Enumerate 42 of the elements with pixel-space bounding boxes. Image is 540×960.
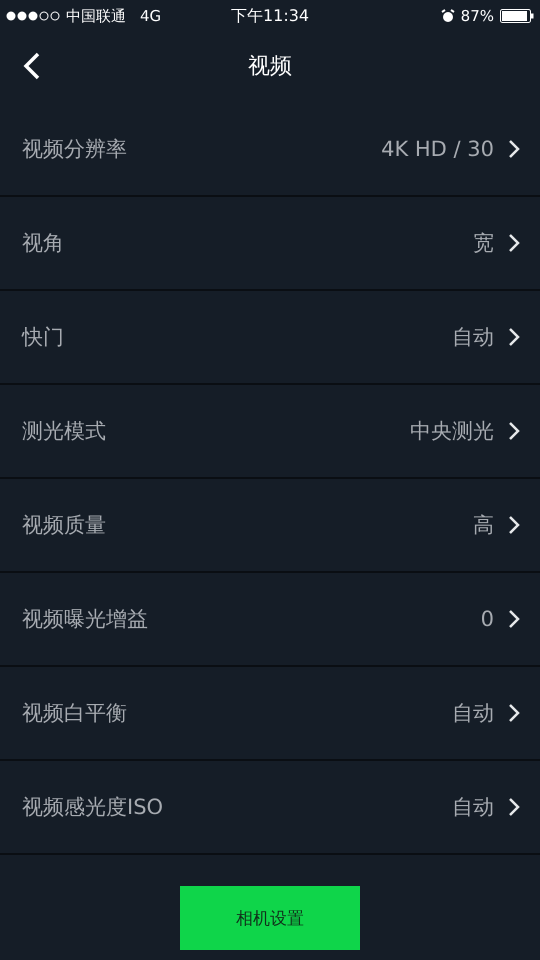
camera-settings-button[interactable]: 相机设置	[180, 886, 360, 950]
setting-label: 视频质量	[22, 512, 107, 539]
setting-label: 视频白平衡	[22, 700, 128, 727]
setting-value: 4K HD / 30	[381, 137, 494, 161]
page-title: 视频	[248, 53, 292, 81]
setting-label: 视频分辨率	[22, 136, 128, 163]
settings-row[interactable]: 测光模式 中央测光	[0, 385, 540, 479]
battery-percent: 87%	[460, 7, 494, 25]
setting-value: 自动	[452, 700, 494, 727]
setting-value: 自动	[452, 324, 494, 351]
setting-label: 视频感光度ISO	[22, 794, 164, 821]
settings-row[interactable]: 视角 宽	[0, 197, 540, 291]
setting-value: 高	[473, 512, 494, 539]
settings-row[interactable]: 快门 自动	[0, 291, 540, 385]
chevron-icon	[508, 233, 520, 253]
chevron-icon	[508, 703, 520, 723]
settings-row[interactable]: 视频质量 高	[0, 479, 540, 573]
setting-value: 自动	[452, 794, 494, 821]
clock-time: 下午11:34	[230, 6, 310, 26]
setting-value: 0	[480, 607, 494, 631]
setting-label: 视频曝光增益	[22, 606, 149, 633]
settings-row[interactable]: 视频分辨率 4K HD / 30	[0, 103, 540, 197]
chevron-icon	[508, 797, 520, 817]
chevron-icon	[508, 139, 520, 159]
back-icon[interactable]	[22, 52, 42, 80]
chevron-icon	[508, 421, 520, 441]
alarm-icon	[440, 9, 455, 23]
battery-icon	[500, 9, 534, 23]
carrier-name: 中国联通	[66, 6, 126, 26]
signal-icon	[6, 11, 60, 21]
chevron-icon	[508, 327, 520, 347]
settings-row[interactable]: 视频曝光增益 0	[0, 573, 540, 667]
settings-row[interactable]: 视频白平衡 自动	[0, 667, 540, 761]
network-type: 4G	[140, 7, 162, 25]
setting-label: 测光模式	[22, 418, 107, 445]
setting-label: 视角	[22, 230, 65, 257]
chevron-icon	[508, 515, 520, 535]
chevron-icon	[508, 609, 520, 629]
settings-row[interactable]: 视频感光度ISO 自动	[0, 761, 540, 855]
setting-label: 快门	[22, 324, 65, 351]
setting-value: 中央测光	[410, 418, 494, 445]
setting-value: 宽	[473, 230, 494, 257]
